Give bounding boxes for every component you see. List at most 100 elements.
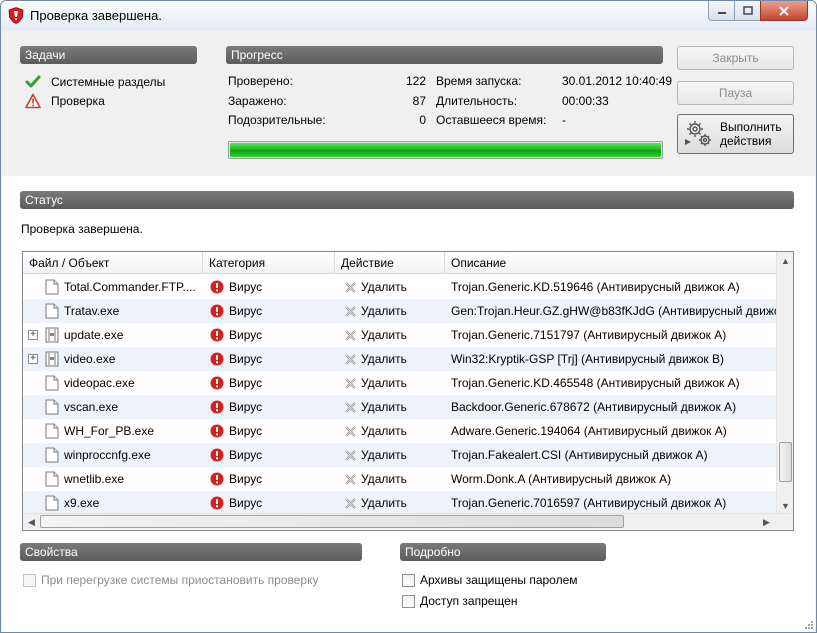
access-denied-label: Доступ запрещен bbox=[420, 594, 518, 608]
table-row[interactable]: videopac.exe Вирус Удалить Trojan.Generic.K… bbox=[23, 371, 777, 395]
category: Вирус bbox=[229, 400, 263, 414]
virus-alert-icon bbox=[210, 280, 224, 294]
details-header: Подробно bbox=[400, 543, 606, 561]
password-archives-label: Архивы защищены паролем bbox=[420, 573, 578, 587]
close-window-button[interactable] bbox=[760, 1, 808, 21]
virus-alert-icon bbox=[210, 304, 224, 318]
action: Удалить bbox=[361, 376, 407, 390]
close-button[interactable]: Закрыть bbox=[677, 46, 794, 70]
file-name: winproccnfg.exe bbox=[64, 448, 151, 462]
virus-alert-icon bbox=[210, 400, 224, 414]
scroll-thumb-horizontal[interactable] bbox=[40, 515, 624, 528]
task-system-partitions: Системные разделы bbox=[25, 74, 165, 90]
file-icon bbox=[45, 471, 59, 487]
action-label-line1: Выполнить bbox=[720, 120, 782, 134]
task-scan: Проверка bbox=[25, 93, 105, 109]
scroll-up-icon[interactable]: ▲ bbox=[777, 252, 793, 269]
table-row[interactable]: x9.exe Вирус Удалить Trojan.Generic.7016597… bbox=[23, 491, 777, 515]
scroll-thumb[interactable] bbox=[779, 442, 792, 482]
table-row[interactable]: vscan.exe Вирус Удалить Backdoor.Generic.67… bbox=[23, 395, 777, 419]
virus-alert-icon bbox=[210, 352, 224, 366]
table-row[interactable]: WH_For_PB.exe Вирус Удалить Adware.Generic.… bbox=[23, 419, 777, 443]
virus-alert-icon bbox=[210, 328, 224, 342]
action: Удалить bbox=[361, 400, 407, 414]
scan-window: Проверка завершена. Задачи Системные раз… bbox=[0, 0, 817, 633]
description: Trojan.Generic.7016597 (Антивирусный дви… bbox=[451, 496, 727, 510]
progress-header: Прогресс bbox=[226, 46, 663, 64]
infected-value: 87 bbox=[412, 94, 426, 108]
tasks-header: Задачи bbox=[20, 46, 197, 64]
horizontal-scrollbar[interactable]: ◀ ▶ bbox=[23, 513, 793, 530]
maximize-button[interactable] bbox=[734, 1, 761, 21]
file-name: video.exe bbox=[64, 352, 116, 366]
file-icon bbox=[45, 303, 59, 319]
description: Trojan.Generic.7151797 (Антивирусный дви… bbox=[451, 328, 727, 342]
description: Adware.Generic.194064 (Антивирусный движ… bbox=[451, 424, 727, 438]
remaining-label: Оставшееся время: bbox=[436, 113, 547, 127]
action: Удалить bbox=[361, 328, 407, 342]
table-row[interactable]: + video.exe Вирус Удалить Win32:Kryptik-GSP … bbox=[23, 347, 777, 371]
pause-button[interactable]: Пауза bbox=[677, 81, 794, 105]
column-category[interactable]: Категория bbox=[203, 252, 335, 274]
access-denied-checkbox[interactable] bbox=[402, 594, 415, 608]
start-time-label: Время запуска: bbox=[436, 74, 522, 88]
virus-alert-icon bbox=[210, 472, 224, 486]
expand-icon[interactable]: + bbox=[28, 354, 38, 364]
description: Win32:Kryptik-GSP [Trj] (Антивирусный дв… bbox=[451, 352, 724, 366]
suspicious-value: 0 bbox=[419, 113, 426, 127]
description: Trojan.Generic.KD.519646 (Антивирусный д… bbox=[451, 280, 740, 294]
pause-on-overload-checkbox[interactable] bbox=[23, 573, 36, 587]
file-name: Total.Commander.FTP.... bbox=[64, 280, 196, 294]
file-name: wnetlib.exe bbox=[64, 472, 125, 486]
table-row[interactable]: winproccnfg.exe Вирус Удалить Trojan.Fakeal… bbox=[23, 443, 777, 467]
minimize-button[interactable] bbox=[708, 1, 735, 21]
file-icon bbox=[45, 279, 59, 295]
start-time-value: 30.01.2012 10:40:49 bbox=[562, 74, 673, 88]
virus-alert-icon bbox=[210, 496, 224, 510]
action: Удалить bbox=[361, 472, 407, 486]
action: Удалить bbox=[361, 448, 407, 462]
resize-grip-icon[interactable] bbox=[803, 619, 813, 629]
category: Вирус bbox=[229, 352, 263, 366]
file-name: vscan.exe bbox=[64, 400, 119, 414]
category: Вирус bbox=[229, 496, 263, 510]
title-bar: Проверка завершена. bbox=[1, 1, 816, 31]
column-description[interactable]: Описание bbox=[445, 252, 777, 274]
scroll-right-icon[interactable]: ▶ bbox=[758, 514, 775, 530]
vertical-scrollbar[interactable]: ▲ ▼ bbox=[776, 252, 793, 514]
table-row[interactable]: + update.exe Вирус Удалить Trojan.Generic.71… bbox=[23, 323, 777, 347]
progress-fill bbox=[230, 143, 661, 157]
table-row[interactable]: wnetlib.exe Вирус Удалить Worm.Donk.A (Анти… bbox=[23, 467, 777, 491]
archive-icon bbox=[45, 351, 59, 367]
properties-header: Свойства bbox=[20, 543, 362, 561]
action: Удалить bbox=[361, 304, 407, 318]
perform-actions-button[interactable]: Выполнить действия bbox=[677, 114, 794, 154]
checked-value: 122 bbox=[405, 74, 426, 88]
column-action[interactable]: Действие bbox=[335, 252, 445, 274]
access-denied-option: Доступ запрещен bbox=[402, 594, 517, 608]
delete-icon bbox=[345, 426, 356, 437]
scroll-down-icon[interactable]: ▼ bbox=[777, 497, 793, 514]
category: Вирус bbox=[229, 376, 263, 390]
delete-icon bbox=[345, 354, 356, 365]
delete-icon bbox=[345, 378, 356, 389]
expand-icon[interactable]: + bbox=[28, 330, 38, 340]
category: Вирус bbox=[229, 304, 263, 318]
description: Worm.Donk.A (Антивирусный движок A) bbox=[451, 472, 672, 486]
file-icon bbox=[45, 495, 59, 511]
table-row[interactable]: Total.Commander.FTP.... Вирус Удалить Troja… bbox=[23, 275, 777, 299]
file-name: update.exe bbox=[64, 328, 124, 342]
column-file[interactable]: Файл / Объект bbox=[23, 252, 203, 274]
virus-alert-icon bbox=[210, 376, 224, 390]
password-archives-checkbox[interactable] bbox=[402, 573, 415, 587]
table-row[interactable]: Tratav.exe Вирус Удалить Gen:Trojan.Heur.GZ… bbox=[23, 299, 777, 323]
delete-icon bbox=[345, 474, 356, 485]
task-label: Проверка bbox=[51, 94, 105, 108]
delete-icon bbox=[345, 450, 356, 461]
delete-icon bbox=[345, 306, 356, 317]
status-header: Статус bbox=[20, 191, 794, 209]
duration-value: 00:00:33 bbox=[562, 94, 609, 108]
delete-icon bbox=[345, 498, 356, 509]
pause-on-overload-option: При перегрузке системы приостановить про… bbox=[23, 573, 318, 587]
scroll-left-icon[interactable]: ◀ bbox=[23, 514, 40, 530]
